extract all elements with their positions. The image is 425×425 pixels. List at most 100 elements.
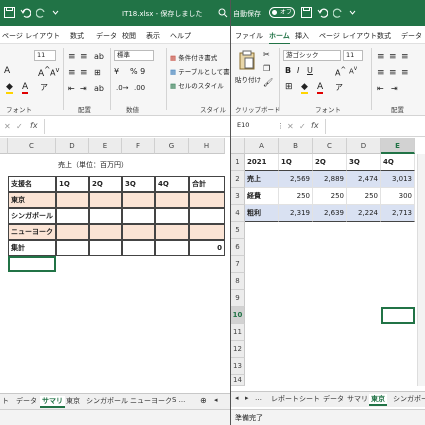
cell-e4[interactable]: 2,713 xyxy=(381,205,415,222)
scroll-right-icon[interactable]: ▸ xyxy=(245,394,249,402)
select-all-corner[interactable] xyxy=(231,138,245,154)
align-center-icon[interactable]: ≡ xyxy=(389,68,397,78)
cell-d1[interactable]: 3Q xyxy=(347,154,381,171)
scroll-left-icon[interactable]: ◂ xyxy=(235,394,239,402)
increase-decimal-icon[interactable]: .0→ xyxy=(116,84,129,92)
table-cell[interactable] xyxy=(122,192,155,208)
col-header-a[interactable]: A xyxy=(245,138,279,154)
redo-icon[interactable] xyxy=(36,7,47,18)
cell-c4[interactable]: 2,639 xyxy=(313,205,347,222)
align-bottom-icon[interactable]: ≡ xyxy=(401,52,409,62)
col-header-g[interactable]: G xyxy=(155,138,189,154)
table-cell[interactable] xyxy=(56,224,89,240)
row-header-7[interactable]: 7 xyxy=(231,256,245,273)
row-header-2[interactable]: 2 xyxy=(231,171,245,188)
increase-font-icon[interactable]: A xyxy=(4,66,10,76)
undo-icon[interactable] xyxy=(20,7,31,18)
italic-button[interactable]: I xyxy=(297,66,299,75)
sheet-tab-more[interactable]: S ... xyxy=(172,396,185,404)
font-size-select[interactable]: 11 xyxy=(34,50,56,61)
font-name-select[interactable]: 游ゴシック xyxy=(283,50,341,61)
table-cell[interactable] xyxy=(155,192,189,208)
align-left-icon[interactable]: ≡ xyxy=(68,68,76,78)
increase-indent-icon[interactable]: ⇥ xyxy=(391,84,398,93)
font-color-icon[interactable]: A xyxy=(22,82,29,94)
decrease-indent-icon[interactable]: ⇤ xyxy=(68,84,75,93)
cell-c2[interactable]: 2,889 xyxy=(313,171,347,188)
cell-e1[interactable]: 4Q xyxy=(381,154,415,171)
cell-b1[interactable]: 1Q xyxy=(279,154,313,171)
align-top-icon[interactable]: ≡ xyxy=(377,52,385,62)
table-cell[interactable] xyxy=(56,240,89,256)
header-q2[interactable]: 2Q xyxy=(89,176,122,192)
format-painter-icon[interactable]: 🖌 xyxy=(263,78,273,87)
cut-icon[interactable]: ✂ xyxy=(263,50,270,59)
fill-color-icon[interactable]: ◆ xyxy=(6,82,13,94)
cell-b3[interactable]: 250 xyxy=(279,188,313,205)
align-middle-icon[interactable]: ≡ xyxy=(389,52,397,62)
header-q4[interactable]: 4Q xyxy=(155,176,189,192)
font-color-icon[interactable]: A xyxy=(317,82,324,94)
tab-home[interactable]: ホーム xyxy=(269,31,290,45)
row-label-tokyo[interactable]: 東京 xyxy=(8,192,56,208)
table-cell[interactable] xyxy=(89,224,122,240)
active-cell-e10[interactable] xyxy=(381,307,415,324)
font-size-select[interactable]: 11 xyxy=(343,50,363,61)
table-cell[interactable] xyxy=(122,224,155,240)
tab-page-layout[interactable]: ページ レイアウト xyxy=(2,31,60,41)
table-cell[interactable] xyxy=(189,224,225,240)
col-header-d[interactable]: D xyxy=(56,138,89,154)
table-cell[interactable] xyxy=(122,240,155,256)
col-header-c[interactable]: C xyxy=(313,138,347,154)
formula-input[interactable] xyxy=(44,119,228,134)
cell-b2[interactable]: 2,569 xyxy=(279,171,313,188)
search-icon[interactable] xyxy=(218,8,228,18)
scroll-left-icon[interactable]: ◂ xyxy=(214,396,218,404)
format-as-table-button[interactable]: ▦ テーブルとして書式設定 xyxy=(170,66,230,76)
tab-page-layout[interactable]: ページ レイアウト xyxy=(319,31,377,41)
cell-d3[interactable]: 250 xyxy=(347,188,381,205)
phonetic-icon[interactable]: ア xyxy=(335,82,343,93)
enter-icon[interactable]: ✓ xyxy=(299,122,306,131)
name-box-dropdown-icon[interactable]: ⋮ xyxy=(277,122,284,130)
col-header-h[interactable]: H xyxy=(189,138,225,154)
header-total[interactable]: 合計 xyxy=(189,176,225,192)
underline-button[interactable]: U xyxy=(307,66,313,75)
row-header-3[interactable]: 3 xyxy=(231,188,245,205)
table-cell[interactable] xyxy=(155,224,189,240)
table-cell[interactable] xyxy=(56,208,89,224)
cell-c3[interactable]: 250 xyxy=(313,188,347,205)
table-cell[interactable] xyxy=(122,208,155,224)
header-branch[interactable]: 支援名 xyxy=(8,176,56,192)
col-header-d[interactable]: D xyxy=(347,138,381,154)
align-left-icon[interactable]: ≡ xyxy=(377,68,385,78)
tab-review[interactable]: 校閲 xyxy=(122,31,136,41)
cell-e2[interactable]: 3,013 xyxy=(381,171,415,188)
copy-icon[interactable]: ❐ xyxy=(263,64,270,73)
formula-input[interactable] xyxy=(325,119,425,134)
sheet-tab-report[interactable]: ト xyxy=(2,396,9,406)
sheet-tab-summary[interactable]: サマリ xyxy=(347,394,368,404)
sheet-tab-data[interactable]: データ xyxy=(16,396,37,406)
name-box[interactable]: E10 xyxy=(235,121,271,132)
font-size-up-icon[interactable]: A^ xyxy=(38,65,50,79)
tab-insert[interactable]: 挿入 xyxy=(295,31,309,41)
row-header-4[interactable]: 4 xyxy=(231,205,245,222)
cell-d2[interactable]: 2,474 xyxy=(347,171,381,188)
row-header-6[interactable]: 6 xyxy=(231,239,245,256)
tab-file[interactable]: ファイル xyxy=(235,31,263,41)
percent-style-button[interactable]: % 9 xyxy=(130,67,145,76)
table-cell[interactable] xyxy=(89,192,122,208)
insert-function-icon[interactable]: fx xyxy=(311,121,319,130)
sheet-tab-newyork[interactable]: ニューヨーク xyxy=(130,396,172,406)
cancel-icon[interactable]: ✕ xyxy=(4,122,11,131)
align-top-icon[interactable]: ≡ xyxy=(68,52,76,62)
row-header-10[interactable]: 10 xyxy=(231,307,245,324)
align-center-icon[interactable]: ≡ xyxy=(80,68,88,78)
increase-indent-icon[interactable]: ⇥ xyxy=(80,84,87,93)
font-shrink-icon[interactable]: Av xyxy=(349,66,357,75)
insert-function-icon[interactable]: fx xyxy=(30,121,38,130)
cell-d4[interactable]: 2,224 xyxy=(347,205,381,222)
sheet-tab-report[interactable]: レポートシート xyxy=(271,394,320,404)
row-header-13[interactable]: 13 xyxy=(231,358,245,375)
